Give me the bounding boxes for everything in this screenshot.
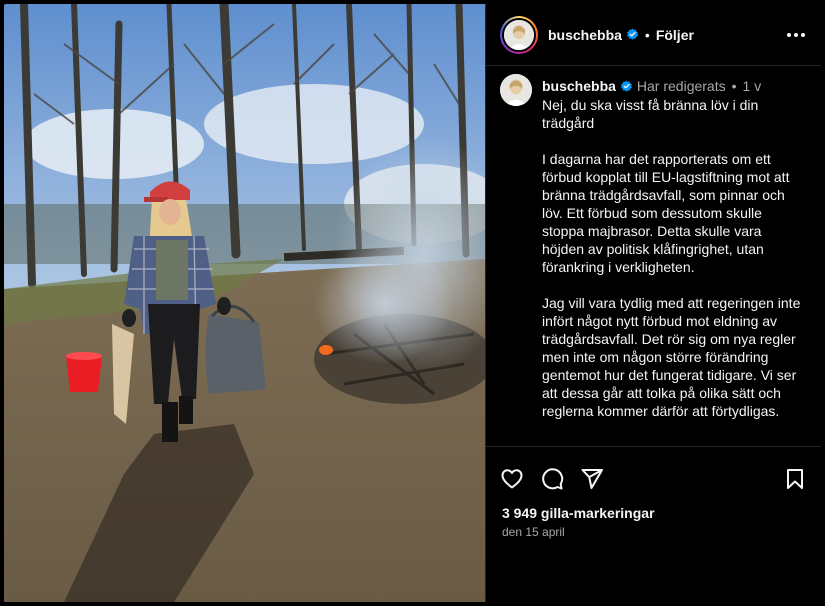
- verified-badge-icon: [626, 28, 638, 40]
- post-time[interactable]: 1 v: [743, 77, 762, 95]
- caption-username[interactable]: buschebba: [542, 77, 616, 95]
- caption-section: buschebba Har redigerats • 1 v Nej, du s…: [486, 74, 821, 446]
- comment-icon[interactable]: [540, 467, 564, 491]
- following-button[interactable]: Följer: [656, 27, 694, 43]
- caption-text: Nej, du ska visst få bränna löv i din tr…: [542, 96, 807, 420]
- caption-paragraph: Jag vill vara tydlig med att regeringen …: [542, 295, 801, 419]
- post-image: [4, 4, 485, 602]
- avatar[interactable]: [504, 19, 534, 50]
- post-side-panel: buschebba • Följer buschebba Har rediger…: [485, 4, 821, 602]
- caption-paragraph: I dagarna har det rapporterats om ett fö…: [542, 151, 790, 275]
- caption-paragraph: Nej, du ska visst få bränna löv i din tr…: [542, 97, 759, 131]
- post-date: den 15 april: [502, 525, 565, 539]
- post-photo: [4, 4, 485, 602]
- more-options-icon[interactable]: [785, 27, 807, 43]
- story-ring[interactable]: [500, 15, 538, 54]
- heart-icon[interactable]: [500, 467, 524, 491]
- caption-body: buschebba Har redigerats • 1 v Nej, du s…: [542, 74, 807, 446]
- caption-avatar[interactable]: [500, 74, 532, 106]
- action-bar: [486, 453, 821, 505]
- post-footer: 3 949 gilla-markeringar den 15 april: [486, 446, 821, 602]
- post-modal: buschebba • Följer buschebba Har rediger…: [4, 4, 821, 602]
- separator-dot: •: [731, 78, 737, 94]
- like-count[interactable]: 3 949 gilla-markeringar: [486, 505, 821, 521]
- caption-meta: buschebba Har redigerats • 1 v: [542, 76, 807, 96]
- bookmark-icon[interactable]: [783, 467, 807, 491]
- post-header: buschebba • Följer: [486, 4, 821, 66]
- edited-label: Har redigerats: [636, 78, 726, 94]
- separator-dot: •: [644, 26, 650, 43]
- verified-badge-icon: [620, 80, 632, 92]
- header-username[interactable]: buschebba: [548, 27, 639, 43]
- share-icon[interactable]: [580, 467, 604, 491]
